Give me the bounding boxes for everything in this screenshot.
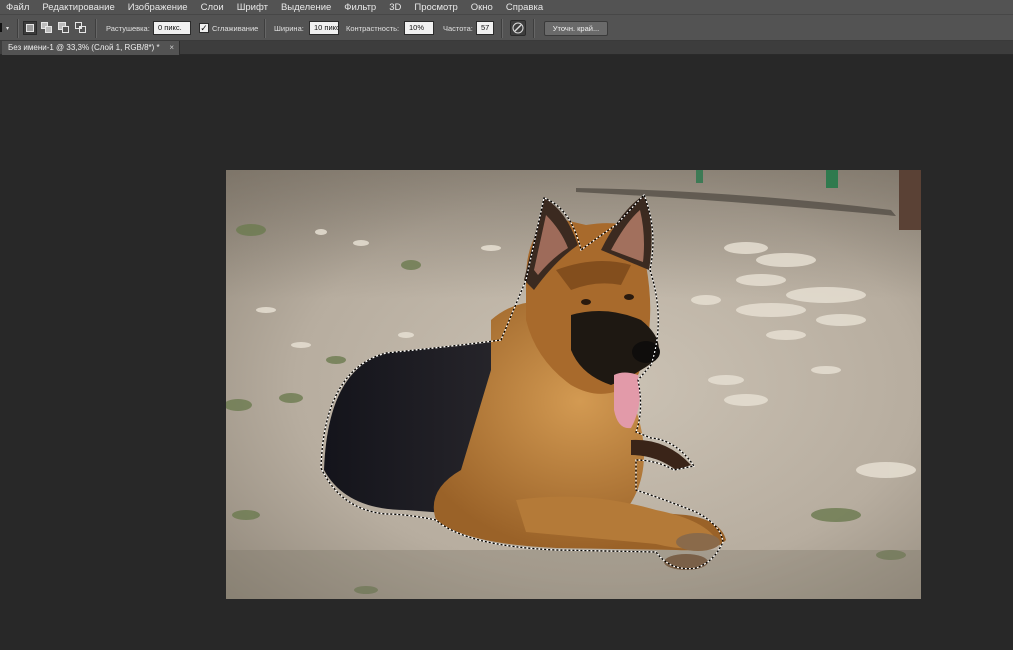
menu-image[interactable]: Изображение [128, 2, 188, 13]
subtract-from-selection-icon [58, 22, 69, 33]
pen-pressure-icon [512, 22, 524, 34]
canvas-workspace[interactable] [0, 55, 1013, 650]
menu-layers[interactable]: Слои [201, 2, 224, 13]
separator [501, 19, 503, 38]
add-to-selection-icon [41, 22, 52, 33]
bottom-shade [226, 550, 921, 599]
post [899, 170, 921, 230]
dog-photo [226, 170, 921, 599]
subtract-from-selection-button[interactable] [57, 21, 71, 35]
new-selection-button[interactable] [23, 21, 37, 35]
intersect-selection-button[interactable] [74, 21, 88, 35]
frequency-label: Частота: [443, 24, 473, 33]
document-canvas[interactable] [226, 170, 921, 599]
separator [95, 19, 97, 38]
chevron-down-icon: ▾ [6, 26, 10, 32]
antialias-checkbox[interactable]: ✓ [199, 23, 209, 33]
options-bar: ▾ Растушевка: 0 пикс. ✓ Сглаживание Шири… [0, 14, 1013, 41]
separator [264, 19, 266, 38]
green-pole [826, 170, 838, 188]
menu-help[interactable]: Справка [506, 2, 543, 13]
separator [17, 19, 19, 38]
contrast-input[interactable]: 10% [404, 21, 434, 35]
dog-paw [664, 554, 708, 570]
width-label: Ширина: [274, 24, 304, 33]
tool-preset-swatch [0, 23, 2, 32]
separator [533, 19, 535, 38]
menu-filter[interactable]: Фильтр [344, 2, 376, 13]
dog-eye [581, 299, 591, 305]
antialias-label: Сглаживание [212, 24, 259, 33]
feather-input[interactable]: 0 пикс. [153, 21, 191, 35]
green-pole [696, 170, 703, 183]
add-to-selection-button[interactable] [40, 21, 54, 35]
contrast-label: Контрастность: [346, 24, 400, 33]
width-input[interactable]: 10 пикс [309, 21, 339, 35]
tool-preset-picker[interactable]: ▾ [0, 20, 14, 35]
menu-edit[interactable]: Редактирование [42, 2, 114, 13]
menu-bar: Файл Редактирование Изображение Слои Шри… [0, 0, 1013, 14]
feather-label: Растушевка: [106, 24, 150, 33]
intersect-selection-icon [75, 22, 86, 33]
document-tab-strip: Без имени-1 @ 33,3% (Слой 1, RGB/8*) * × [0, 41, 1013, 55]
dog-paw [676, 533, 720, 551]
document-tab-title: Без имени-1 @ 33,3% (Слой 1, RGB/8*) * [8, 43, 160, 52]
close-icon[interactable]: × [169, 41, 174, 54]
menu-select[interactable]: Выделение [281, 2, 331, 13]
document-tab[interactable]: Без имени-1 @ 33,3% (Слой 1, RGB/8*) * × [2, 41, 180, 55]
menu-type[interactable]: Шрифт [237, 2, 268, 13]
menu-view[interactable]: Просмотр [414, 2, 457, 13]
menu-3d[interactable]: 3D [389, 2, 401, 13]
new-selection-icon [26, 24, 34, 32]
refine-edge-button[interactable]: Уточн. край... [544, 21, 608, 36]
frequency-input[interactable]: 57 [476, 21, 494, 35]
dog-eye [624, 294, 634, 300]
menu-window[interactable]: Окно [471, 2, 493, 13]
menu-file[interactable]: Файл [6, 2, 29, 13]
pen-pressure-button[interactable] [510, 20, 526, 36]
